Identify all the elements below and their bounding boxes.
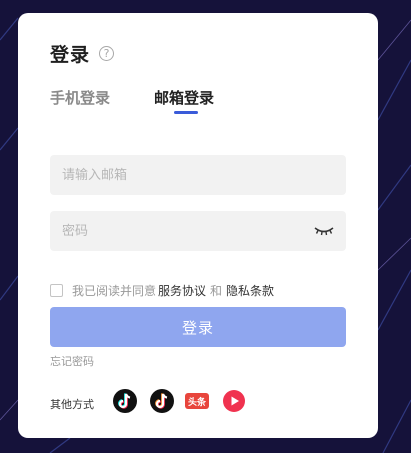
douyin-icon[interactable]: [150, 389, 174, 413]
password-input[interactable]: [50, 211, 346, 251]
agreement-row: 我已阅读并同意 服务协议 和 隐私条款: [50, 282, 274, 299]
login-card: 登录 ? 手机登录 邮箱登录 我已阅读并同意 服务协议 和 隐私条款 登录 忘记…: [18, 13, 378, 438]
toutiao-icon-text: 头条: [188, 396, 207, 408]
active-tab-indicator: [174, 111, 198, 114]
privacy-link[interactable]: 隐私条款: [226, 282, 274, 299]
toutiao-icon[interactable]: 头条: [185, 389, 209, 413]
agree-checkbox[interactable]: [50, 284, 63, 297]
page-title: 登录: [50, 44, 91, 66]
eye-closed-icon[interactable]: [313, 223, 335, 239]
agree-and-text: 和: [210, 284, 223, 298]
terms-link[interactable]: 服务协议: [158, 282, 206, 299]
agree-prefix-text: 我已阅读并同意: [72, 284, 157, 298]
xigua-icon[interactable]: [222, 389, 246, 413]
email-input[interactable]: [50, 155, 346, 195]
tab-phone-login[interactable]: 手机登录: [50, 87, 110, 108]
douyin-icon[interactable]: [113, 389, 137, 413]
login-button[interactable]: 登录: [50, 307, 346, 347]
forgot-password-link[interactable]: 忘记密码: [50, 353, 94, 369]
tab-email-login[interactable]: 邮箱登录: [154, 87, 214, 108]
help-icon[interactable]: ?: [99, 46, 115, 61]
other-methods-label: 其他方式: [50, 398, 94, 411]
title-row: 登录 ?: [50, 40, 115, 67]
